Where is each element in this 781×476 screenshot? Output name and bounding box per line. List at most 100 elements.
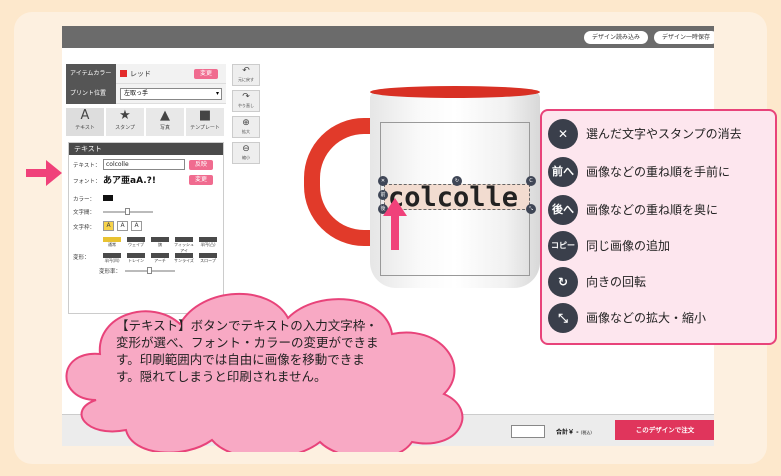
callout-text: 【テキスト】ボタンでテキストの入力文字枠・変形が選べ、フォント・カラーの変更がで…: [116, 318, 379, 384]
transform-normal[interactable]: 通常: [101, 237, 123, 248]
transform-slope[interactable]: スロープ: [197, 253, 219, 264]
item-color-change-button[interactable]: 変更: [194, 69, 218, 79]
stamp-tool-icon: ★: [119, 108, 131, 123]
template-tool-icon: ■: [198, 108, 212, 123]
handle-legend: ✕ 選んだ文字やスタンプの消去 前へ 画像などの重ね順を手前に 後へ 画像などの…: [540, 109, 777, 345]
legend-text-delete: 選んだ文字やスタンプの消去: [586, 127, 742, 141]
redo-icon: ↷: [242, 92, 250, 102]
spacing-slider-knob[interactable]: [125, 208, 130, 215]
photo-tool-icon: ▲: [160, 108, 170, 123]
ratio-label: 変形率：: [99, 269, 122, 275]
tab-template[interactable]: ■ テンプレート: [186, 108, 224, 136]
frame-option-bold-outline[interactable]: A: [131, 221, 142, 231]
tab-photo-label: 写真: [159, 125, 170, 131]
zoom-out-icon: ⊖: [242, 144, 250, 154]
text-panel-title: テキスト: [69, 143, 223, 155]
order-button[interactable]: このデザインで注文: [615, 420, 714, 440]
editor-left-panel: アイテムカラー レッド 変更 プリント位置 左取っ手 ▾ A テキスト ★ スタ…: [66, 64, 226, 314]
spacing-label: 文字間：: [73, 210, 96, 216]
zoom-in-label: 拡大: [242, 129, 250, 134]
zoom-in-button[interactable]: ⊕ 拡大: [232, 116, 260, 138]
font-sample: あア亜aA.?!: [103, 176, 156, 186]
redo-button[interactable]: ↷ やり直し: [232, 90, 260, 112]
print-position-value: 左取っ手: [124, 90, 149, 97]
color-label: カラー：: [73, 197, 96, 203]
frame-option-none[interactable]: A: [103, 221, 114, 231]
chevron-down-icon: ▾: [215, 90, 219, 97]
total-label: 合計￥ -: [556, 429, 581, 436]
total-price: 合計￥ - (税込): [556, 427, 592, 436]
legend-text-resize: 画像などの拡大・縮小: [586, 311, 707, 325]
print-position-row: プリント位置 左取っ手 ▾: [66, 84, 226, 104]
legend-text-bring-front: 画像などの重ね順を手前に: [586, 165, 731, 179]
font-change-button[interactable]: 変更: [189, 175, 213, 185]
text-input-label: テキスト：: [73, 163, 101, 169]
mug-rim: [370, 86, 540, 98]
text-input[interactable]: colcolle: [103, 159, 185, 170]
zoom-out-label: 縮小: [242, 155, 250, 160]
item-color-row: アイテムカラー レッド 変更: [66, 64, 226, 84]
mug-text[interactable]: colcolle: [388, 182, 518, 213]
print-position-select[interactable]: 左取っ手 ▾: [120, 88, 222, 100]
transform-flag[interactable]: 旗: [149, 237, 171, 248]
tab-text[interactable]: A テキスト: [66, 108, 104, 136]
legend-item-send-back: 後へ 画像などの重ね順を奥に: [548, 195, 774, 225]
item-color-value: レッド: [130, 70, 151, 78]
text-tool-icon: A: [80, 108, 90, 123]
legend-item-copy: コピー 同じ画像の追加: [548, 231, 774, 261]
load-design-button[interactable]: デザイン読み込み: [584, 31, 648, 44]
legend-item-resize: ⤡ 画像などの拡大・縮小: [548, 303, 774, 333]
total-suffix: (税込): [580, 430, 592, 435]
legend-item-delete: ✕ 選んだ文字やスタンプの消去: [548, 119, 774, 149]
redo-label: やり直し: [238, 103, 254, 108]
transform-sunrise[interactable]: サンライズ: [173, 253, 195, 264]
transform-label: 変形：: [73, 255, 90, 261]
undo-button[interactable]: ↶ 元に戻す: [232, 64, 260, 86]
pointer-arrow-right: [26, 160, 62, 186]
bring-front-icon: 前へ: [548, 157, 578, 187]
handle-close-icon[interactable]: ✕: [378, 176, 388, 186]
resize-icon: ⤡: [548, 303, 578, 333]
transform-arch[interactable]: アーチ: [149, 253, 171, 264]
transform-half-circle-concave[interactable]: 半円(凹): [101, 253, 123, 264]
font-label: フォント：: [73, 179, 101, 185]
undo-icon: ↶: [242, 66, 250, 76]
print-position-label: プリント位置: [66, 84, 116, 104]
zoom-in-icon: ⊕: [242, 118, 250, 128]
tab-photo[interactable]: ▲ 写真: [146, 108, 184, 136]
handle-rotate-icon[interactable]: ↻: [452, 176, 462, 186]
frame-option-outline[interactable]: A: [117, 221, 128, 231]
transform-wave[interactable]: ウェイブ: [125, 237, 147, 248]
transform-half-circle-convex[interactable]: 半円(凸): [197, 237, 219, 248]
tab-template-label: テンプレート: [190, 125, 220, 131]
handle-copy-icon[interactable]: C: [526, 176, 536, 186]
tutorial-frame: デザイン読み込み デザイン一時保存 アイテムカラー レッド 変更 プリント位置 …: [0, 0, 781, 476]
text-settings-panel: テキスト テキスト： colcolle 反映 フォント： あア亜aA.?! 変更…: [68, 142, 224, 314]
pointer-arrow-up: [383, 198, 407, 250]
zoom-out-button[interactable]: ⊖ 縮小: [232, 142, 260, 164]
rotate-icon: ↻: [548, 267, 578, 297]
send-back-icon: 後へ: [548, 195, 578, 225]
item-color-swatch: [120, 70, 127, 77]
transform-train[interactable]: トレイン: [125, 253, 147, 264]
handle-resize-icon[interactable]: ⤡: [526, 204, 536, 214]
ratio-slider-knob[interactable]: [147, 267, 152, 274]
close-icon: ✕: [548, 119, 578, 149]
frame-label: 文字枠：: [73, 225, 96, 231]
legend-text-send-back: 画像などの重ね順を奥に: [586, 203, 719, 217]
quantity-input[interactable]: [511, 425, 545, 438]
tab-text-label: テキスト: [75, 125, 95, 131]
legend-item-rotate: ↻ 向きの回転: [548, 267, 774, 297]
tab-stamp-label: スタンプ: [115, 125, 135, 131]
tab-stamp[interactable]: ★ スタンプ: [106, 108, 144, 136]
transform-fisheye[interactable]: フィッシュアイ: [173, 237, 195, 253]
copy-icon: コピー: [548, 231, 578, 261]
text-apply-button[interactable]: 反映: [189, 160, 213, 170]
save-design-button[interactable]: デザイン一時保存: [654, 31, 714, 44]
tool-tabs: A テキスト ★ スタンプ ▲ 写真 ■ テンプレート: [66, 108, 226, 136]
text-color-swatch[interactable]: [103, 195, 113, 201]
undo-label: 元に戻す: [238, 77, 254, 82]
editor-topbar: デザイン読み込み デザイン一時保存: [62, 26, 714, 48]
legend-item-bring-front: 前へ 画像などの重ね順を手前に: [548, 157, 774, 187]
item-color-label: アイテムカラー: [66, 64, 116, 84]
